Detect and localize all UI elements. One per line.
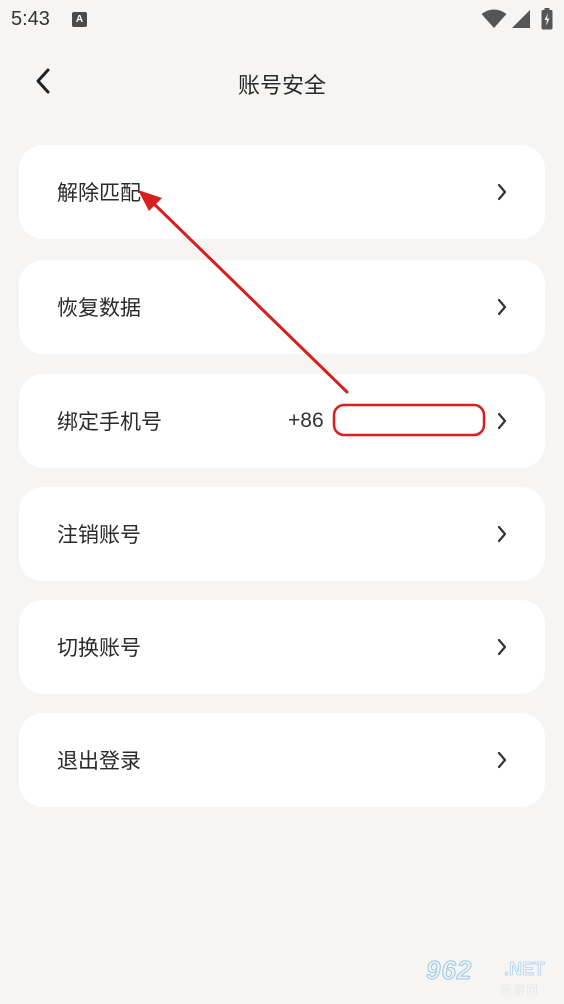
chevron-right-icon [497, 713, 507, 807]
chevron-right-icon [497, 374, 507, 468]
phone-number-value: +86 [288, 409, 324, 432]
status-bar: 5:43 A [0, 0, 564, 40]
menu-item-label: 解除匹配 [57, 181, 141, 205]
chevron-right-icon [497, 487, 507, 581]
menu-item-label: 切换账号 [57, 636, 141, 660]
watermark-main: 962 [425, 955, 473, 986]
menu-item-switch-account[interactable]: 切换账号 [19, 600, 545, 694]
notification-icon: A [72, 12, 87, 27]
menu-item-bind-phone[interactable]: 绑定手机号 +86 [19, 374, 545, 468]
menu-item-label: 恢复数据 [57, 296, 141, 320]
chevron-right-icon [497, 600, 507, 694]
chevron-right-icon [497, 145, 507, 239]
menu-item-label: 绑定手机号 [57, 410, 162, 434]
cellular-signal-icon [512, 10, 530, 28]
battery-charging-icon [541, 8, 553, 30]
menu-item-label: 注销账号 [57, 523, 141, 547]
header: 账号安全 [0, 56, 564, 106]
menu-item-logout[interactable]: 退出登录 [19, 713, 545, 807]
menu-item-unmatch[interactable]: 解除匹配 [19, 145, 545, 239]
menu-item-label: 退出登录 [57, 749, 141, 773]
menu-item-cancel-account[interactable]: 注销账号 [19, 487, 545, 581]
chevron-right-icon [497, 260, 507, 354]
wifi-icon [481, 9, 507, 28]
menu-item-restore-data[interactable]: 恢复数据 [19, 260, 545, 354]
watermark-logo: 962 .NET 乐游网 [424, 955, 558, 999]
status-time: 5:43 [11, 8, 50, 30]
page-title: 账号安全 [237, 74, 326, 99]
watermark-suffix: .NET [504, 959, 546, 980]
watermark-sub: 乐游网 [500, 983, 540, 997]
